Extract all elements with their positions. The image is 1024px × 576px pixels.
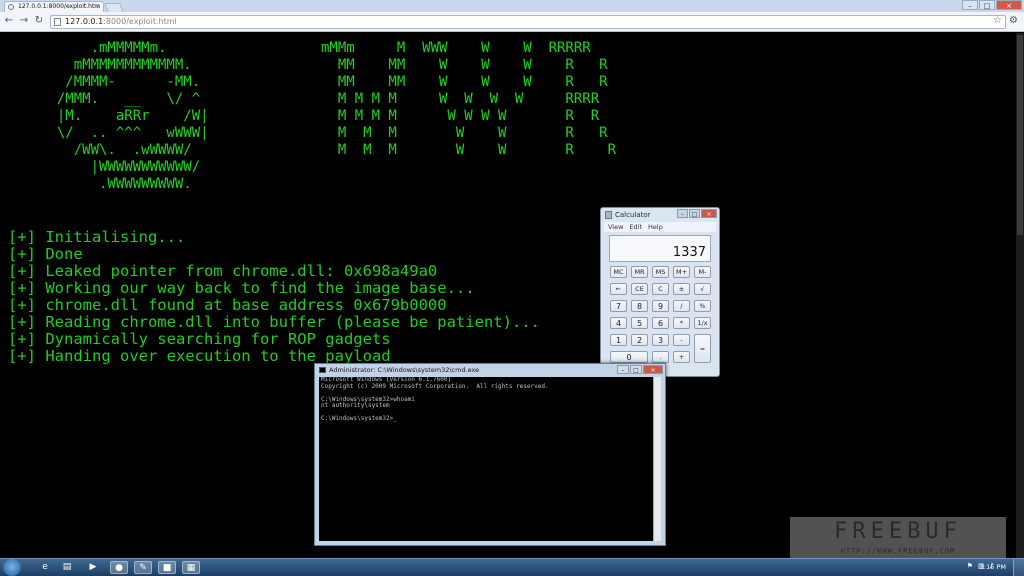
calculator-display: 1337 [609,235,711,262]
calc-menu-help[interactable]: Help [648,222,663,232]
window-controls: – □ × [962,0,1022,11]
watermark: FREEBUF HTTP://WWW.FREEBUF.COM [790,517,1006,559]
reload-icon[interactable]: ↻ [33,15,45,27]
browser-tab[interactable]: 127.0.0.1:8000/exploit.htm × [4,1,104,12]
ascii-logo: .mMMMMMm. mMMMMMMMMMMMM. /MMMM- -MM. /MM… [56,40,209,192]
calculator-icon [605,211,612,219]
cmd-maximize-button[interactable]: □ [630,365,642,374]
star-icon[interactable]: ☆ [993,15,1002,26]
calc-key[interactable]: - [673,334,690,346]
calculator-title: Calculator [615,211,651,219]
watermark-url: HTTP://WWW.FREEBUF.COM [840,547,956,555]
calc-key[interactable]: 4 [610,317,627,329]
calc-key[interactable]: 8 [631,300,648,312]
log-line: [+] Leaked pointer from chrome.dll: 0x69… [8,262,438,280]
calc-key[interactable]: CE [631,283,648,295]
calc-maximize-button[interactable]: □ [689,209,700,218]
browser-toolbar: ← → ↻ 127.0.0.1:8000/exploit.html ☆ ⚙ [0,12,1024,32]
maximize-button[interactable]: □ [979,0,995,10]
calc-key[interactable]: MC [610,266,627,278]
calc-key[interactable]: ± [673,283,690,295]
wrench-icon[interactable]: ⚙ [1009,15,1018,26]
calc-key[interactable]: 1/x [694,317,711,329]
page-scrollbar[interactable] [1016,33,1024,558]
forward-arrow-icon[interactable]: → [18,15,30,27]
calculator-menu: View Edit Help [604,222,716,232]
log-line: [+] chrome.dll found at base address 0x6… [8,296,447,314]
calc-key[interactable]: = [694,334,711,363]
cmd-console[interactable]: Microsoft Windows [Version 6.1.7600] Copy… [319,377,653,541]
cmd-window: Administrator: C:\Windows\system32\cmd.e… [314,363,666,546]
calc-key[interactable]: 9 [652,300,669,312]
calculator-titlebar[interactable]: Calculator – □ × [601,208,719,222]
exploit-log: [+] Initialising... [+] Done [+] Leaked po… [8,229,540,365]
page-favicon-icon [8,4,14,10]
calc-key[interactable]: + [673,351,690,363]
chrome-icon[interactable]: ● [110,561,128,574]
calc-key[interactable]: M- [694,266,711,278]
calc-key[interactable]: 7 [610,300,627,312]
console-line: C:\Windows\system32>_ [321,415,397,422]
browser-tab-bar: 127.0.0.1:8000/exploit.htm × – □ × [0,0,1024,13]
cmd-icon[interactable]: ■ [158,561,176,574]
calc-menu-view[interactable]: View [608,222,623,232]
ie-icon[interactable]: e [36,561,54,574]
tab-close-icon[interactable]: × [95,2,100,12]
calc-key[interactable]: M+ [673,266,690,278]
calc-key[interactable]: MR [631,266,648,278]
calc-key[interactable]: 1 [610,334,627,346]
taskbar-clock[interactable]: 3:15 PM [980,563,1006,571]
flag-icon[interactable]: ⚑ [967,562,973,570]
start-button[interactable] [3,559,21,576]
calc-minimize-button[interactable]: – [677,209,688,218]
log-line: [+] Working our way back to find the ima… [8,279,475,297]
log-line: [+] Done [8,245,83,263]
page-icon [54,18,61,26]
calc-key[interactable]: 3 [652,334,669,346]
cmd-scrollbar[interactable] [653,377,661,541]
calc-key[interactable]: . [652,351,669,363]
calc-key[interactable]: 0 [610,351,648,363]
tab-title: 127.0.0.1:8000/exploit.htm [18,3,101,10]
calc-key[interactable]: 2 [631,334,648,346]
media-player-icon[interactable]: ▶ [84,561,102,574]
cmd-titlebar[interactable]: Administrator: C:\Windows\system32\cmd.e… [315,364,665,376]
folder-icon[interactable]: ▤ [58,561,76,574]
cmd-minimize-button[interactable]: – [617,365,629,374]
address-bar[interactable]: 127.0.0.1:8000/exploit.html [50,15,1006,29]
calculator-icon[interactable]: ▦ [182,561,200,574]
cmd-title: Administrator: C:\Windows\system32\cmd.e… [329,366,480,374]
cmd-close-button[interactable]: × [643,365,663,374]
cmd-icon [319,367,326,373]
paint-icon[interactable]: ✎ [134,561,152,574]
back-arrow-icon[interactable]: ← [3,15,15,27]
minimize-button[interactable]: – [962,0,978,10]
close-window-button[interactable]: × [996,0,1022,10]
calc-key[interactable]: * [673,317,690,329]
calc-key[interactable]: % [694,300,711,312]
ascii-title: mMMm M WWW W W RRRRR MM MM W W W R R MM … [321,40,617,158]
log-line: [+] Initialising... [8,228,186,246]
calc-key[interactable]: ← [610,283,627,295]
scrollbar-thumb[interactable] [1017,35,1023,235]
calc-key[interactable]: 6 [652,317,669,329]
calc-key[interactable]: 5 [631,317,648,329]
calc-menu-edit[interactable]: Edit [629,222,642,232]
show-desktop-button[interactable] [1013,559,1024,576]
calc-key[interactable]: MS [652,266,669,278]
calc-close-button[interactable]: × [701,209,717,218]
log-line: [+] Dynamically searching for ROP gadget… [8,330,391,348]
calculator-keypad: MC MR MS M+ M- ← CE C ± √ 7 8 9 /% 4 5 6 * 1/x 1 2 3- = 0. + [601,266,719,376]
url-path: :8000/exploit.html [103,17,177,26]
calc-key[interactable]: / [673,300,690,312]
watermark-title: FREEBUF [834,519,962,544]
calc-key[interactable]: √ [694,283,711,295]
calculator-window: Calculator – □ × View Edit Help 1337 MC MR M… [600,207,720,377]
calc-key[interactable]: C [652,283,669,295]
taskbar: e ▤ ▶ ● ✎ ■ ▦ ⚑ ▥ ♪ 3:15 PM [0,558,1024,576]
url-host: 127.0.0.1 [65,17,104,26]
log-line: [+] Reading chrome.dll into buffer (plea… [8,313,540,331]
